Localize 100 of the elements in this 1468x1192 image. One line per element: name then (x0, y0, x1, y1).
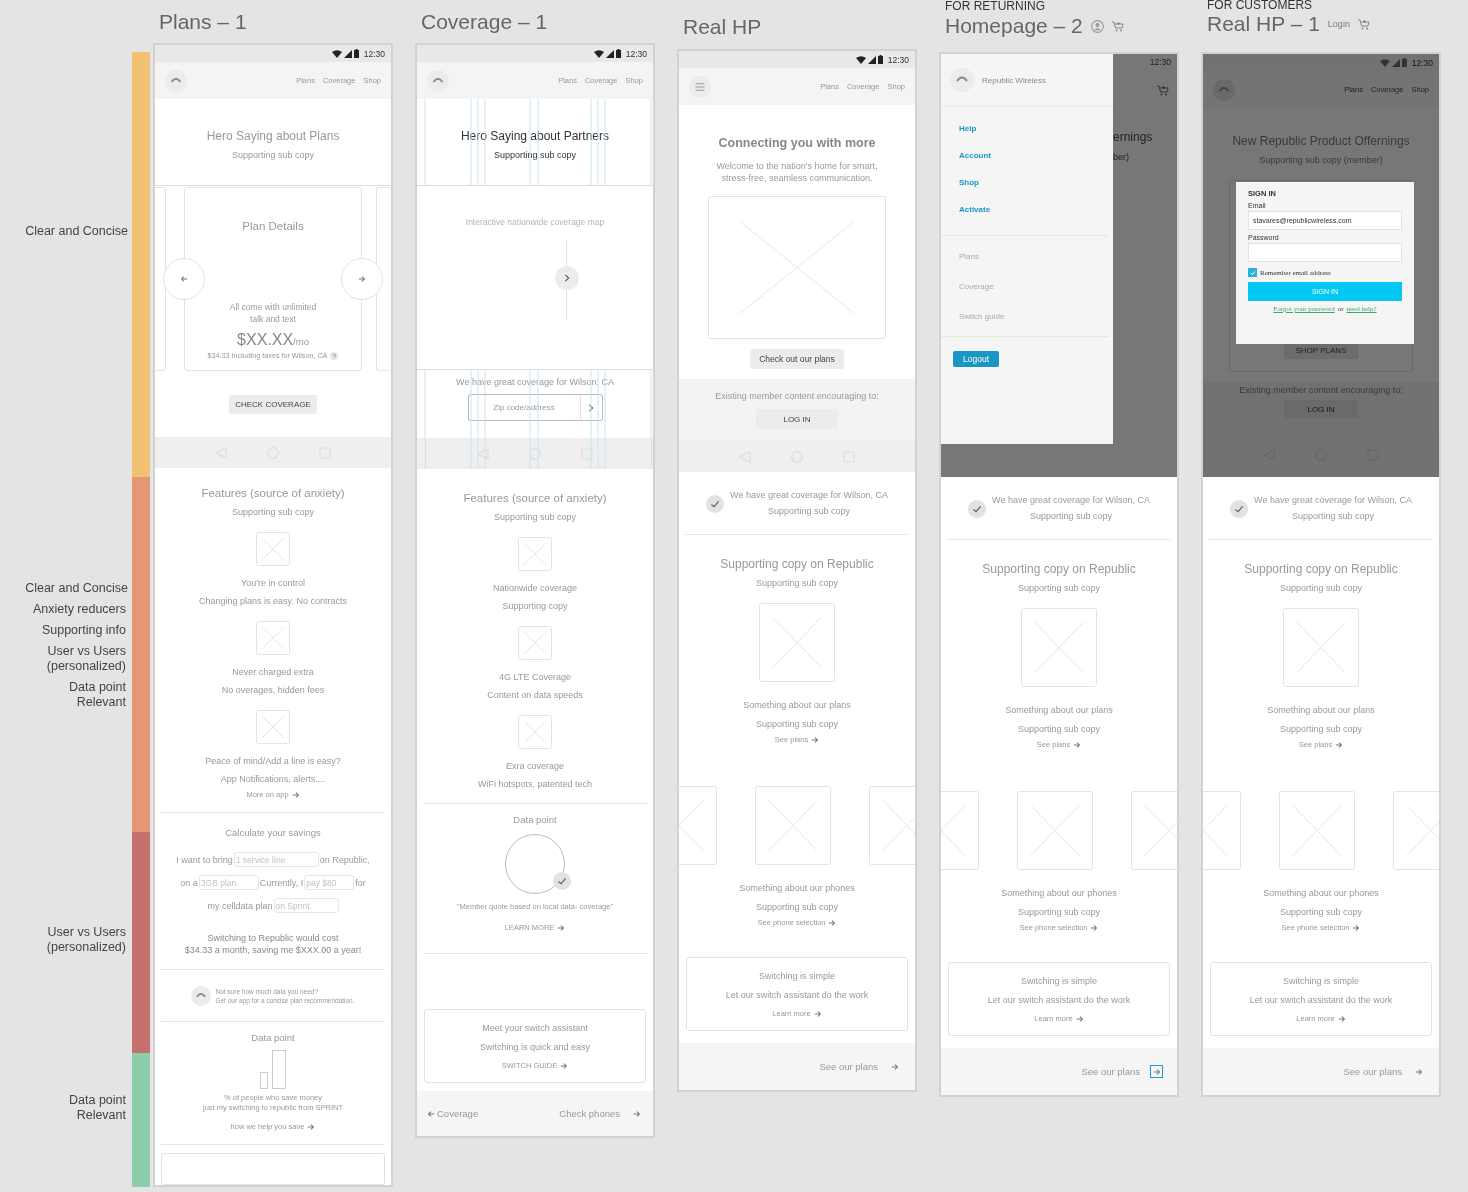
login-link[interactable]: Login (1327, 19, 1350, 29)
next-link[interactable]: See our plans (1343, 1066, 1402, 1077)
cart-icon[interactable] (1157, 85, 1169, 96)
image-placeholder (256, 532, 290, 566)
check-coverage-button[interactable]: CHECK COVERAGE (229, 395, 317, 414)
eyebrow-label: FOR CUSTOMERS (1207, 0, 1314, 11)
signal-icon (343, 49, 352, 58)
next-link[interactable]: See our plans (1081, 1066, 1140, 1077)
coverage-subtitle: Supporting sub copy (1028, 511, 1114, 522)
hero-title: Hero Saying about Plans (206, 129, 340, 143)
item-text: Supporting sub copy (755, 719, 839, 730)
battery-icon (353, 49, 359, 58)
drawer-link[interactable]: Switch guide (959, 312, 1109, 322)
feature-title: Peace of mind/Add a line is easy? (205, 756, 341, 767)
next-link[interactable]: See our plans (819, 1061, 878, 1072)
section-title: Supporting copy on Republic (720, 557, 874, 571)
arrow-right-icon (1073, 740, 1082, 749)
password-field[interactable] (1248, 243, 1402, 262)
login-button[interactable]: LOG IN (1284, 400, 1358, 418)
drawer-link[interactable]: Help (959, 124, 1109, 134)
card-title: Plan Details (242, 219, 304, 233)
arrow-button[interactable] (1150, 1065, 1163, 1078)
screen-title: Coverage – 1 (421, 8, 548, 35)
section-title: Data point (513, 814, 557, 826)
wifi-icon (593, 49, 604, 58)
next-button[interactable] (341, 258, 383, 300)
card-text: Meet your switch assistant (482, 1023, 588, 1034)
drawer-link[interactable]: Plans (959, 252, 1109, 262)
plans-button[interactable]: Check out our plans (750, 349, 844, 369)
price: $XX.XX (237, 331, 294, 349)
item-title: Something about our plans (1005, 705, 1113, 716)
chevron-right-icon (563, 274, 571, 282)
screen-title: Homepage – 2 (945, 13, 1083, 39)
savings-result: Switching to Republic would cost $34.33 a month, saving me $XXX.00 a year! (184, 932, 362, 956)
calculator-text: on Republic, (319, 854, 370, 865)
logo-icon (427, 69, 449, 92)
hero-title: Connecting you with more (718, 136, 876, 151)
check-icon (1230, 499, 1249, 518)
feature-text: No overages, hidden fees (221, 685, 325, 696)
wifi-icon (331, 49, 342, 58)
next-link[interactable]: Check phones (559, 1108, 620, 1119)
section-subtitle: Supporting sub copy (1279, 583, 1363, 594)
arrow-right-icon (358, 275, 366, 283)
feature-title: Nationwide coverage (492, 583, 578, 594)
status-time: 12:30 (625, 48, 647, 59)
section-title: Features (source of anxiety) (463, 491, 607, 505)
arrow-right-icon (632, 1109, 641, 1118)
login-button[interactable]: LOG IN (756, 409, 838, 429)
screen-title: Real HP (683, 13, 762, 40)
logout-button[interactable]: Logout (953, 351, 999, 367)
arrow-left-icon (427, 1109, 435, 1118)
image-placeholder (518, 626, 552, 660)
menu-icon[interactable] (689, 75, 711, 98)
card-text: Let our switch assistant do the work (1249, 995, 1393, 1006)
chevron-right-icon (587, 403, 595, 412)
section-title: Supporting copy on Republic (982, 562, 1136, 576)
coverage-text: We have great coverage for Wilson, CA (456, 377, 614, 387)
section-title: Data point (251, 1032, 295, 1044)
cart-icon[interactable] (1111, 20, 1124, 32)
zip-field[interactable]: Zip code/address (467, 394, 580, 421)
item-text: Supporting sub copy (755, 902, 839, 913)
card-text: Switching is simple (1283, 976, 1359, 987)
signal-icon (867, 55, 876, 64)
drawer-link[interactable]: Shop (959, 178, 1109, 188)
drawer-link[interactable]: Activate (959, 205, 1109, 215)
battery-icon (877, 55, 883, 64)
arrow-right-icon (890, 1062, 899, 1071)
card-text: Switching is simple (1021, 976, 1097, 987)
item-title: Something about our phones (1001, 888, 1117, 899)
previous-button[interactable] (163, 258, 205, 300)
annotation-label: Supporting info (41, 623, 126, 638)
coverage-text: We have great coverage for Wilson, CA (730, 490, 888, 501)
hero-subtitle: Supporting sub copy (231, 150, 315, 161)
drawer-link[interactable]: Account (959, 151, 1109, 161)
item-title: Something about our phones (739, 883, 855, 894)
section-subtitle: Supporting sub copy (493, 512, 577, 523)
item-text: Supporting sub copy (1279, 907, 1363, 918)
card-text: Let our switch assistant do the work (725, 990, 869, 1001)
annotation-label: User vs Users (personalized) (46, 644, 126, 674)
hero-title: Hero Saying about Partners (460, 129, 610, 143)
annotation-label: Anxiety reducers (32, 602, 126, 617)
hero-text: Welcome to the nation's home for smart, stress-free, seamless communication. (716, 160, 878, 184)
user-icon[interactable] (1090, 19, 1104, 33)
arrow-right-icon (557, 923, 566, 932)
next-button[interactable] (555, 266, 579, 290)
annotation-label: User vs Users (personalized) (46, 925, 126, 955)
cart-icon[interactable] (1357, 18, 1370, 30)
arrow-right-icon (1414, 1067, 1423, 1076)
back-link[interactable]: Coverage (427, 1108, 479, 1119)
drawer-link[interactable]: Coverage (959, 282, 1109, 292)
arrow-right-icon (828, 918, 837, 927)
item-text: Supporting sub copy (1279, 724, 1363, 735)
item-title: Something about our plans (1267, 705, 1375, 716)
feature-title: Exra coverage (506, 761, 564, 772)
status-time: 12:30 (363, 48, 385, 59)
arrow-right-icon (307, 1122, 316, 1131)
logo-icon (165, 69, 187, 92)
checkbox[interactable] (1248, 268, 1257, 277)
item-text: Supporting sub copy (1017, 724, 1101, 735)
card-text: Switching is simple (759, 971, 835, 982)
